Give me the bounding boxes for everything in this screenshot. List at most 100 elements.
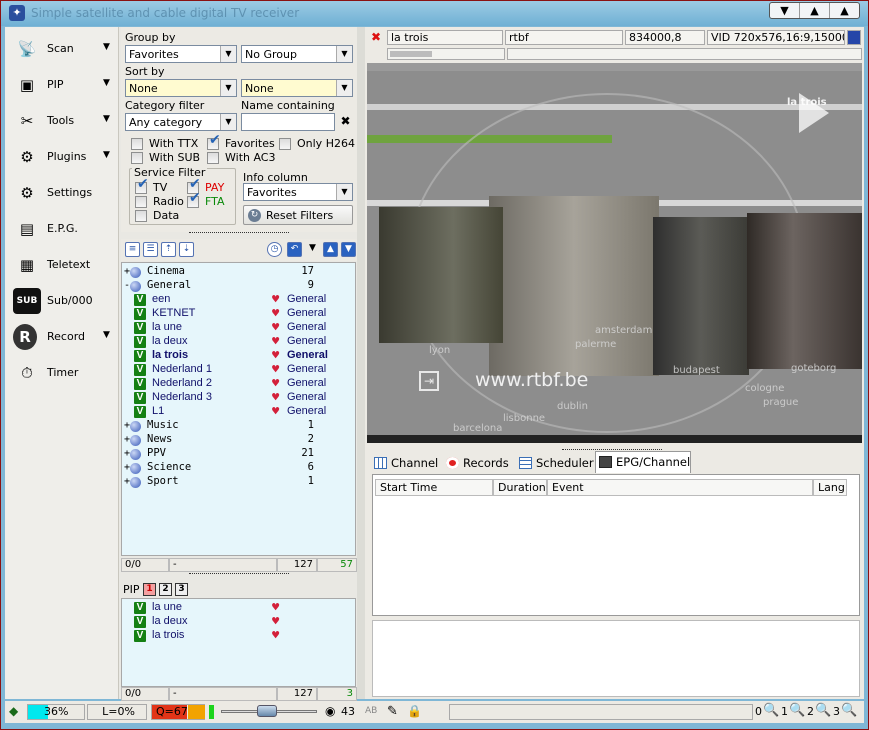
chevron-down-icon[interactable]: ▼ <box>305 242 320 257</box>
service-radio-checkbox[interactable]: Radio <box>135 195 185 209</box>
volume-slider[interactable] <box>257 705 277 717</box>
favorite-heart-icon[interactable]: ♥ <box>272 615 279 628</box>
favorite-heart-icon[interactable]: ♥ <box>272 293 279 306</box>
filter-splitter[interactable] <box>189 232 289 238</box>
favorite-heart-icon[interactable]: ♥ <box>272 629 279 642</box>
group-by-select[interactable]: Favorites ▼ <box>125 45 237 63</box>
sidebar-item-timer[interactable]: ⏱ Timer <box>9 357 115 389</box>
chevron-down-icon[interactable]: ▼ <box>103 42 110 52</box>
sidebar-item-plugins[interactable]: ⚙ Plugins ▼ <box>9 141 115 173</box>
with-ac3-checkbox[interactable]: With AC3 <box>207 151 279 165</box>
chevron-down-icon[interactable]: ▼ <box>103 150 110 160</box>
channel-name[interactable]: la trois <box>152 349 188 361</box>
name-containing-input[interactable] <box>241 113 335 131</box>
channel-row[interactable]: Veen ♥ General <box>122 293 355 307</box>
video-splitter[interactable] <box>562 444 662 450</box>
move-bottom-icon[interactable]: ⇣ <box>179 242 194 257</box>
tab-channel[interactable]: Channel <box>371 453 441 473</box>
video-display[interactable]: la trois ⇥ www.rtbf.be amsterdam palerme l… <box>367 63 862 443</box>
favorites-checkbox[interactable]: ✔ Favorites <box>207 132 279 151</box>
tree-group-general[interactable]: - General 9 <box>122 279 355 293</box>
channel-name[interactable]: KETNET <box>152 307 195 319</box>
channel-row[interactable]: Vla trois ♥ General <box>122 349 355 363</box>
channel-row[interactable]: V Nederland 1 ♥ General <box>122 363 355 377</box>
tree-group-sport[interactable]: + Sport 1 <box>122 475 355 489</box>
favorite-heart-icon[interactable]: ♥ <box>272 335 279 348</box>
pip-splitter[interactable] <box>189 573 289 579</box>
favorite-heart-icon[interactable]: ♥ <box>272 601 279 614</box>
channel-row[interactable]: Vla une ♥ General <box>122 321 355 335</box>
channel-name[interactable]: Nederland 1 <box>152 363 212 375</box>
channel-name[interactable]: la deux <box>152 335 187 347</box>
tab-records[interactable]: Records <box>443 453 513 473</box>
zoom-1-button[interactable]: 1 🔍 <box>781 703 805 720</box>
channel-row[interactable]: V KETNET ♥ General <box>122 307 355 321</box>
column-lang[interactable]: Lang <box>813 479 847 496</box>
epg-table[interactable]: Start Time Duration Event Lang <box>372 474 860 616</box>
channel-name[interactable]: la une <box>152 601 182 613</box>
move-top-icon[interactable]: ⇡ <box>161 242 176 257</box>
tag-icon[interactable]: ✎ <box>387 704 398 719</box>
zoom-3-button[interactable]: 3 🔍 <box>833 703 857 720</box>
tree-group-ppv[interactable]: + PPV 21 <box>122 447 355 461</box>
minimize-button[interactable]: ▲ <box>799 3 829 18</box>
clock-icon[interactable]: ◷ <box>267 242 282 257</box>
channel-row[interactable]: V Nederland 3 ♥ General <box>122 391 355 405</box>
favorite-heart-icon[interactable]: ♥ <box>272 405 279 418</box>
tab-scheduler[interactable]: Scheduler <box>516 453 594 473</box>
sort-by-secondary-select[interactable]: None ▼ <box>241 79 353 97</box>
close-channel-button[interactable]: ✖ <box>367 30 387 45</box>
favorite-heart-icon[interactable]: ♥ <box>272 363 279 376</box>
channel-row[interactable]: V Nederland 2 ♥ General <box>122 377 355 391</box>
scroll-down-icon[interactable]: ▼ <box>341 242 356 257</box>
dropdown-button[interactable]: ▼ <box>770 3 799 18</box>
service-data-checkbox[interactable]: Data <box>135 209 185 223</box>
pip-2-button[interactable]: 2 <box>159 583 172 596</box>
chevron-down-icon[interactable]: ▼ <box>103 78 110 88</box>
reset-filters-button[interactable]: ↻ Reset Filters <box>243 205 353 225</box>
pip-channel-list[interactable]: Vla une ♥ Vla deux ♥ Vla trois ♥ <box>121 598 356 687</box>
channel-row[interactable]: Vla deux ♥ <box>122 615 355 629</box>
sidebar-item-sub-000[interactable]: SUB Sub/000 <box>9 285 115 317</box>
clear-name-icon[interactable]: ✖ <box>338 114 353 129</box>
maximize-button[interactable]: ▲ <box>829 3 859 18</box>
channel-name[interactable]: Nederland 2 <box>152 377 212 389</box>
channel-name[interactable]: la une <box>152 321 182 333</box>
column-start-time[interactable]: Start Time <box>375 479 493 496</box>
tree-group-music[interactable]: + Music 1 <box>122 419 355 433</box>
sort-by-select[interactable]: None ▼ <box>125 79 237 97</box>
category-select[interactable]: Any category ▼ <box>125 113 237 131</box>
title-bar[interactable]: ✦ Simple satellite and cable digital TV … <box>1 1 868 26</box>
chevron-down-icon[interactable]: ▼ <box>103 330 110 340</box>
channel-row[interactable]: Vla deux ♥ General <box>122 335 355 349</box>
aspect-icon[interactable] <box>847 30 861 45</box>
tree-group-science[interactable]: + Science 6 <box>122 461 355 475</box>
sidebar-item-scan[interactable]: 📡 Scan ▼ <box>9 33 115 65</box>
service-fta-checkbox[interactable]: ✔ FTA <box>187 190 232 209</box>
vertical-splitter[interactable] <box>357 27 365 699</box>
info-column-select[interactable]: Favorites ▼ <box>243 183 353 201</box>
favorite-heart-icon[interactable]: ♥ <box>272 321 279 334</box>
channel-name[interactable]: een <box>152 293 170 305</box>
favorite-heart-icon[interactable]: ♥ <box>272 349 279 362</box>
list-view-icon[interactable]: ≡ <box>125 242 140 257</box>
channel-name[interactable]: la deux <box>152 615 187 627</box>
with-sub-checkbox[interactable]: With SUB <box>131 151 206 165</box>
pip-3-button[interactable]: 3 <box>175 583 188 596</box>
with-ttx-checkbox[interactable]: With TTX <box>131 137 206 151</box>
tree-group-news[interactable]: + News 2 <box>122 433 355 447</box>
sidebar-item-record[interactable]: R Record ▼ <box>9 321 115 353</box>
column-event[interactable]: Event <box>547 479 813 496</box>
sidebar-item-teletext[interactable]: ▦ Teletext <box>9 249 115 281</box>
zoom-2-button[interactable]: 2 🔍 <box>807 703 831 720</box>
undo-icon[interactable]: ↶ <box>287 242 302 257</box>
sidebar-item-settings[interactable]: ⚙ Settings <box>9 177 115 209</box>
volume-icon[interactable]: ◉ <box>325 704 335 718</box>
channel-row[interactable]: V L1 ♥ General <box>122 405 355 419</box>
pip-1-button[interactable]: 1 <box>143 583 156 596</box>
channel-name[interactable]: la trois <box>152 629 184 641</box>
tab-epg-channel[interactable]: EPG/Channel <box>595 451 691 473</box>
only-h264-checkbox[interactable]: Only H264 <box>279 137 355 151</box>
lock-icon[interactable]: 🔒 <box>407 704 422 718</box>
channel-tree[interactable]: + Cinema 17- General 9 Veen ♥ General V KETNET ♥ Ge… <box>121 262 356 556</box>
